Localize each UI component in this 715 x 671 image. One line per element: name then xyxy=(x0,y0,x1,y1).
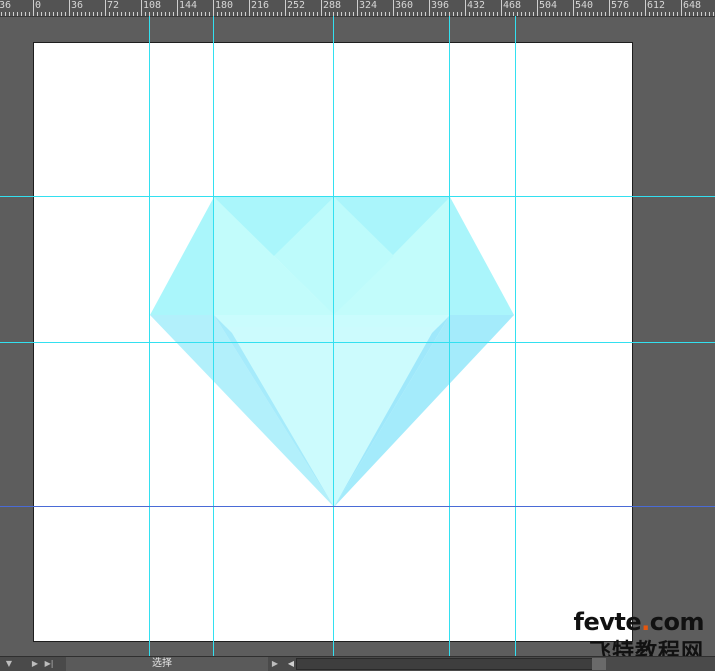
ruler-label: 252 xyxy=(287,0,306,11)
ruler-label: 432 xyxy=(467,0,486,11)
play-prev-icon[interactable]: ▶ xyxy=(30,659,40,669)
diamond-illustration[interactable] xyxy=(34,43,634,643)
ruler-label: 612 xyxy=(647,0,666,11)
ruler-label: 504 xyxy=(539,0,558,11)
play-left-icon[interactable]: ◀ xyxy=(286,659,296,669)
ruler-label: 108 xyxy=(143,0,162,11)
diamond-table-band[interactable] xyxy=(214,315,450,327)
artboard[interactable] xyxy=(33,42,633,642)
ruler-label: 396 xyxy=(431,0,450,11)
ruler-label: 216 xyxy=(251,0,270,11)
ruler-label: 180 xyxy=(215,0,234,11)
ruler-label: 0 xyxy=(35,0,42,11)
status-tool-label[interactable]: 选择 xyxy=(66,657,268,671)
ruler-label: 36 xyxy=(71,0,84,11)
ruler-label: 540 xyxy=(575,0,594,11)
ruler-label: 72 xyxy=(107,0,120,11)
play-right-icon[interactable]: ▶ xyxy=(270,659,280,669)
scrollbar-thumb[interactable] xyxy=(592,658,606,670)
watermark-domain: fevte.com xyxy=(573,608,705,636)
ruler-label: 144 xyxy=(179,0,198,11)
ruler-label: 288 xyxy=(323,0,342,11)
ruler-label: 648 xyxy=(683,0,702,11)
ruler-label: 576 xyxy=(611,0,630,11)
ruler-label: 468 xyxy=(503,0,522,11)
ruler-label: 36 xyxy=(0,0,12,11)
horizontal-ruler[interactable]: 36 0 36 72 108 144 180 216 252 288 324 360 396 432 468… xyxy=(0,0,715,17)
status-bar: ▼ ▶ ▶| 选择 ▶ ◀ xyxy=(0,656,715,671)
play-last-icon[interactable]: ▶| xyxy=(44,659,54,669)
watermark-logo: fevte.com 飞特教程网 xyxy=(548,608,710,665)
caret-down-icon[interactable]: ▼ xyxy=(4,659,14,669)
ruler-label: 360 xyxy=(395,0,414,11)
ruler-label: 324 xyxy=(359,0,378,11)
horizontal-scrollbar[interactable] xyxy=(296,658,602,670)
